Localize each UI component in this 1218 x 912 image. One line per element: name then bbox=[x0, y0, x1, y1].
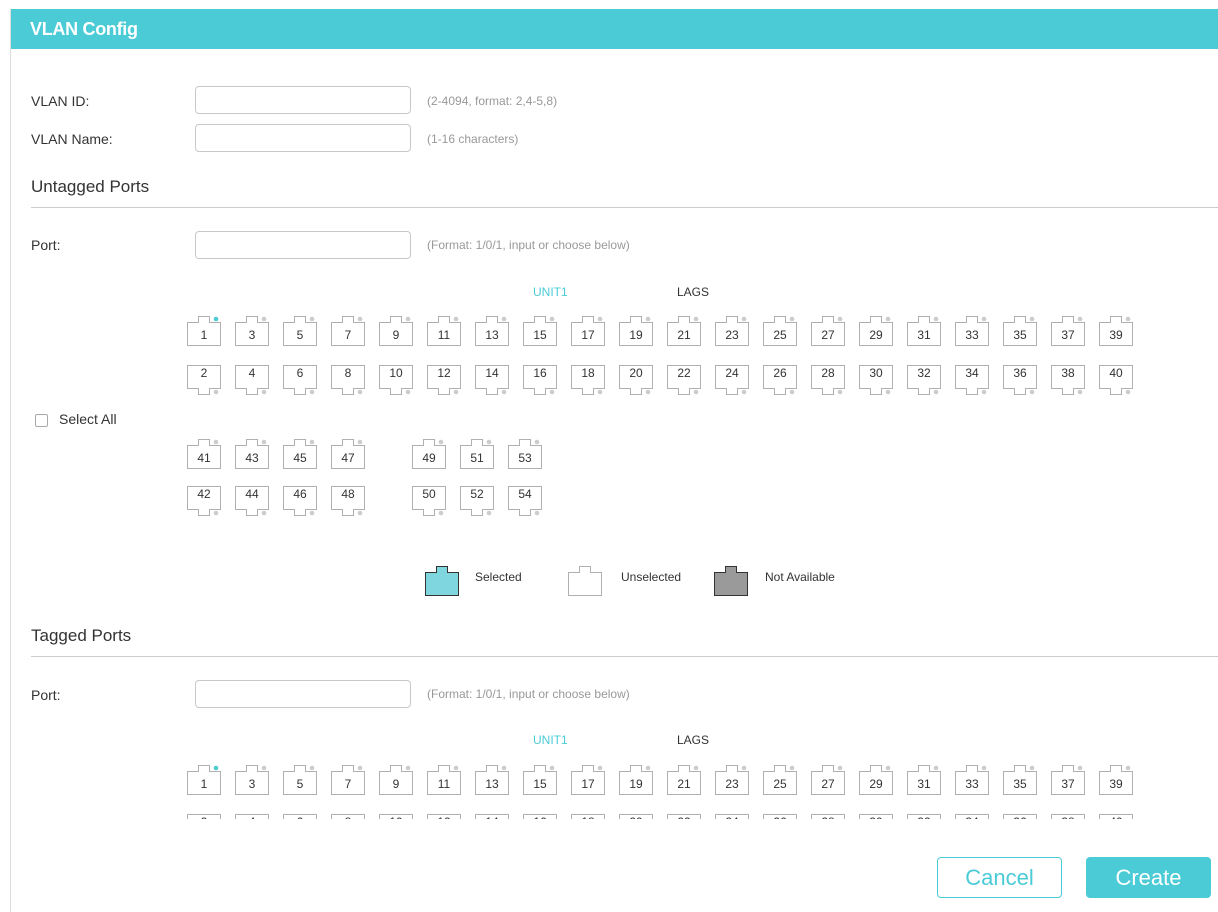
tagged-port-scroll-area[interactable]: 1357911131517192123252729313335373924681… bbox=[11, 9, 1218, 819]
tagged-port-39[interactable]: 39 bbox=[1099, 765, 1133, 795]
tagged-port-23[interactable]: 23 bbox=[715, 765, 749, 795]
tagged-port-36[interactable]: 36 bbox=[1003, 814, 1037, 819]
port-number: 16 bbox=[523, 815, 557, 819]
port-number: 24 bbox=[715, 815, 749, 819]
tagged-port-30[interactable]: 30 bbox=[859, 814, 893, 819]
port-number: 29 bbox=[869, 777, 883, 791]
port-number: 40 bbox=[1099, 815, 1133, 819]
port-number: 7 bbox=[344, 777, 352, 791]
port-number: 33 bbox=[965, 777, 979, 791]
port-number: 3 bbox=[248, 777, 256, 791]
port-number: 11 bbox=[437, 777, 451, 791]
tagged-port-10[interactable]: 10 bbox=[379, 814, 413, 819]
tagged-port-9[interactable]: 9 bbox=[379, 765, 413, 795]
port-number: 26 bbox=[763, 815, 797, 819]
port-number: 22 bbox=[667, 815, 701, 819]
tagged-port-6[interactable]: 6 bbox=[283, 814, 317, 819]
port-number: 9 bbox=[392, 777, 400, 791]
port-number: 27 bbox=[821, 777, 835, 791]
port-number: 38 bbox=[1051, 815, 1085, 819]
tagged-port-12[interactable]: 12 bbox=[427, 814, 461, 819]
tagged-port-28[interactable]: 28 bbox=[811, 814, 845, 819]
tagged-port-16[interactable]: 16 bbox=[523, 814, 557, 819]
port-number: 23 bbox=[725, 777, 739, 791]
port-number: 14 bbox=[475, 815, 509, 819]
port-number: 13 bbox=[485, 777, 499, 791]
port-number: 2 bbox=[187, 815, 221, 819]
port-number: 36 bbox=[1003, 815, 1037, 819]
port-number: 4 bbox=[235, 815, 269, 819]
cancel-button[interactable]: Cancel bbox=[937, 857, 1062, 898]
port-number: 12 bbox=[427, 815, 461, 819]
tagged-port-4[interactable]: 4 bbox=[235, 814, 269, 819]
tagged-port-21[interactable]: 21 bbox=[667, 765, 701, 795]
tagged-port-5[interactable]: 5 bbox=[283, 765, 317, 795]
create-button[interactable]: Create bbox=[1086, 857, 1211, 898]
tagged-port-38[interactable]: 38 bbox=[1051, 814, 1085, 819]
port-number: 25 bbox=[773, 777, 787, 791]
tagged-port-40[interactable]: 40 bbox=[1099, 814, 1133, 819]
port-number: 10 bbox=[379, 815, 413, 819]
port-number: 19 bbox=[629, 777, 643, 791]
port-number: 32 bbox=[907, 815, 941, 819]
vlan-config-panel: VLAN Config VLAN ID: (2-4094, format: 2,… bbox=[10, 9, 1218, 912]
tagged-port-25[interactable]: 25 bbox=[763, 765, 797, 795]
port-number: 35 bbox=[1013, 777, 1027, 791]
tagged-port-19[interactable]: 19 bbox=[619, 765, 653, 795]
port-number: 28 bbox=[811, 815, 845, 819]
tagged-port-13[interactable]: 13 bbox=[475, 765, 509, 795]
tagged-port-27[interactable]: 27 bbox=[811, 765, 845, 795]
port-number: 17 bbox=[581, 777, 595, 791]
tagged-port-2[interactable]: 2 bbox=[187, 814, 221, 819]
port-number: 1 bbox=[200, 777, 208, 791]
tagged-port-17[interactable]: 17 bbox=[571, 765, 605, 795]
port-number: 30 bbox=[859, 815, 893, 819]
port-number: 34 bbox=[955, 815, 989, 819]
tagged-port-29[interactable]: 29 bbox=[859, 765, 893, 795]
tagged-port-7[interactable]: 7 bbox=[331, 765, 365, 795]
tagged-port-20[interactable]: 20 bbox=[619, 814, 653, 819]
tagged-port-37[interactable]: 37 bbox=[1051, 765, 1085, 795]
tagged-port-11[interactable]: 11 bbox=[427, 765, 461, 795]
tagged-port-33[interactable]: 33 bbox=[955, 765, 989, 795]
tagged-port-35[interactable]: 35 bbox=[1003, 765, 1037, 795]
port-number: 5 bbox=[296, 777, 304, 791]
port-number: 31 bbox=[917, 777, 931, 791]
tagged-port-34[interactable]: 34 bbox=[955, 814, 989, 819]
port-number: 39 bbox=[1109, 777, 1123, 791]
port-number: 21 bbox=[677, 777, 691, 791]
tagged-port-31[interactable]: 31 bbox=[907, 765, 941, 795]
port-number: 37 bbox=[1061, 777, 1075, 791]
tagged-port-18[interactable]: 18 bbox=[571, 814, 605, 819]
tagged-port-26[interactable]: 26 bbox=[763, 814, 797, 819]
tagged-port-14[interactable]: 14 bbox=[475, 814, 509, 819]
tagged-port-3[interactable]: 3 bbox=[235, 765, 269, 795]
port-number: 6 bbox=[283, 815, 317, 819]
port-number: 20 bbox=[619, 815, 653, 819]
tagged-port-24[interactable]: 24 bbox=[715, 814, 749, 819]
port-number: 18 bbox=[571, 815, 605, 819]
port-number: 8 bbox=[331, 815, 365, 819]
tagged-port-8[interactable]: 8 bbox=[331, 814, 365, 819]
port-number: 15 bbox=[533, 777, 547, 791]
tagged-port-32[interactable]: 32 bbox=[907, 814, 941, 819]
tagged-port-22[interactable]: 22 bbox=[667, 814, 701, 819]
tagged-port-1[interactable]: 1 bbox=[187, 765, 221, 795]
tagged-port-15[interactable]: 15 bbox=[523, 765, 557, 795]
